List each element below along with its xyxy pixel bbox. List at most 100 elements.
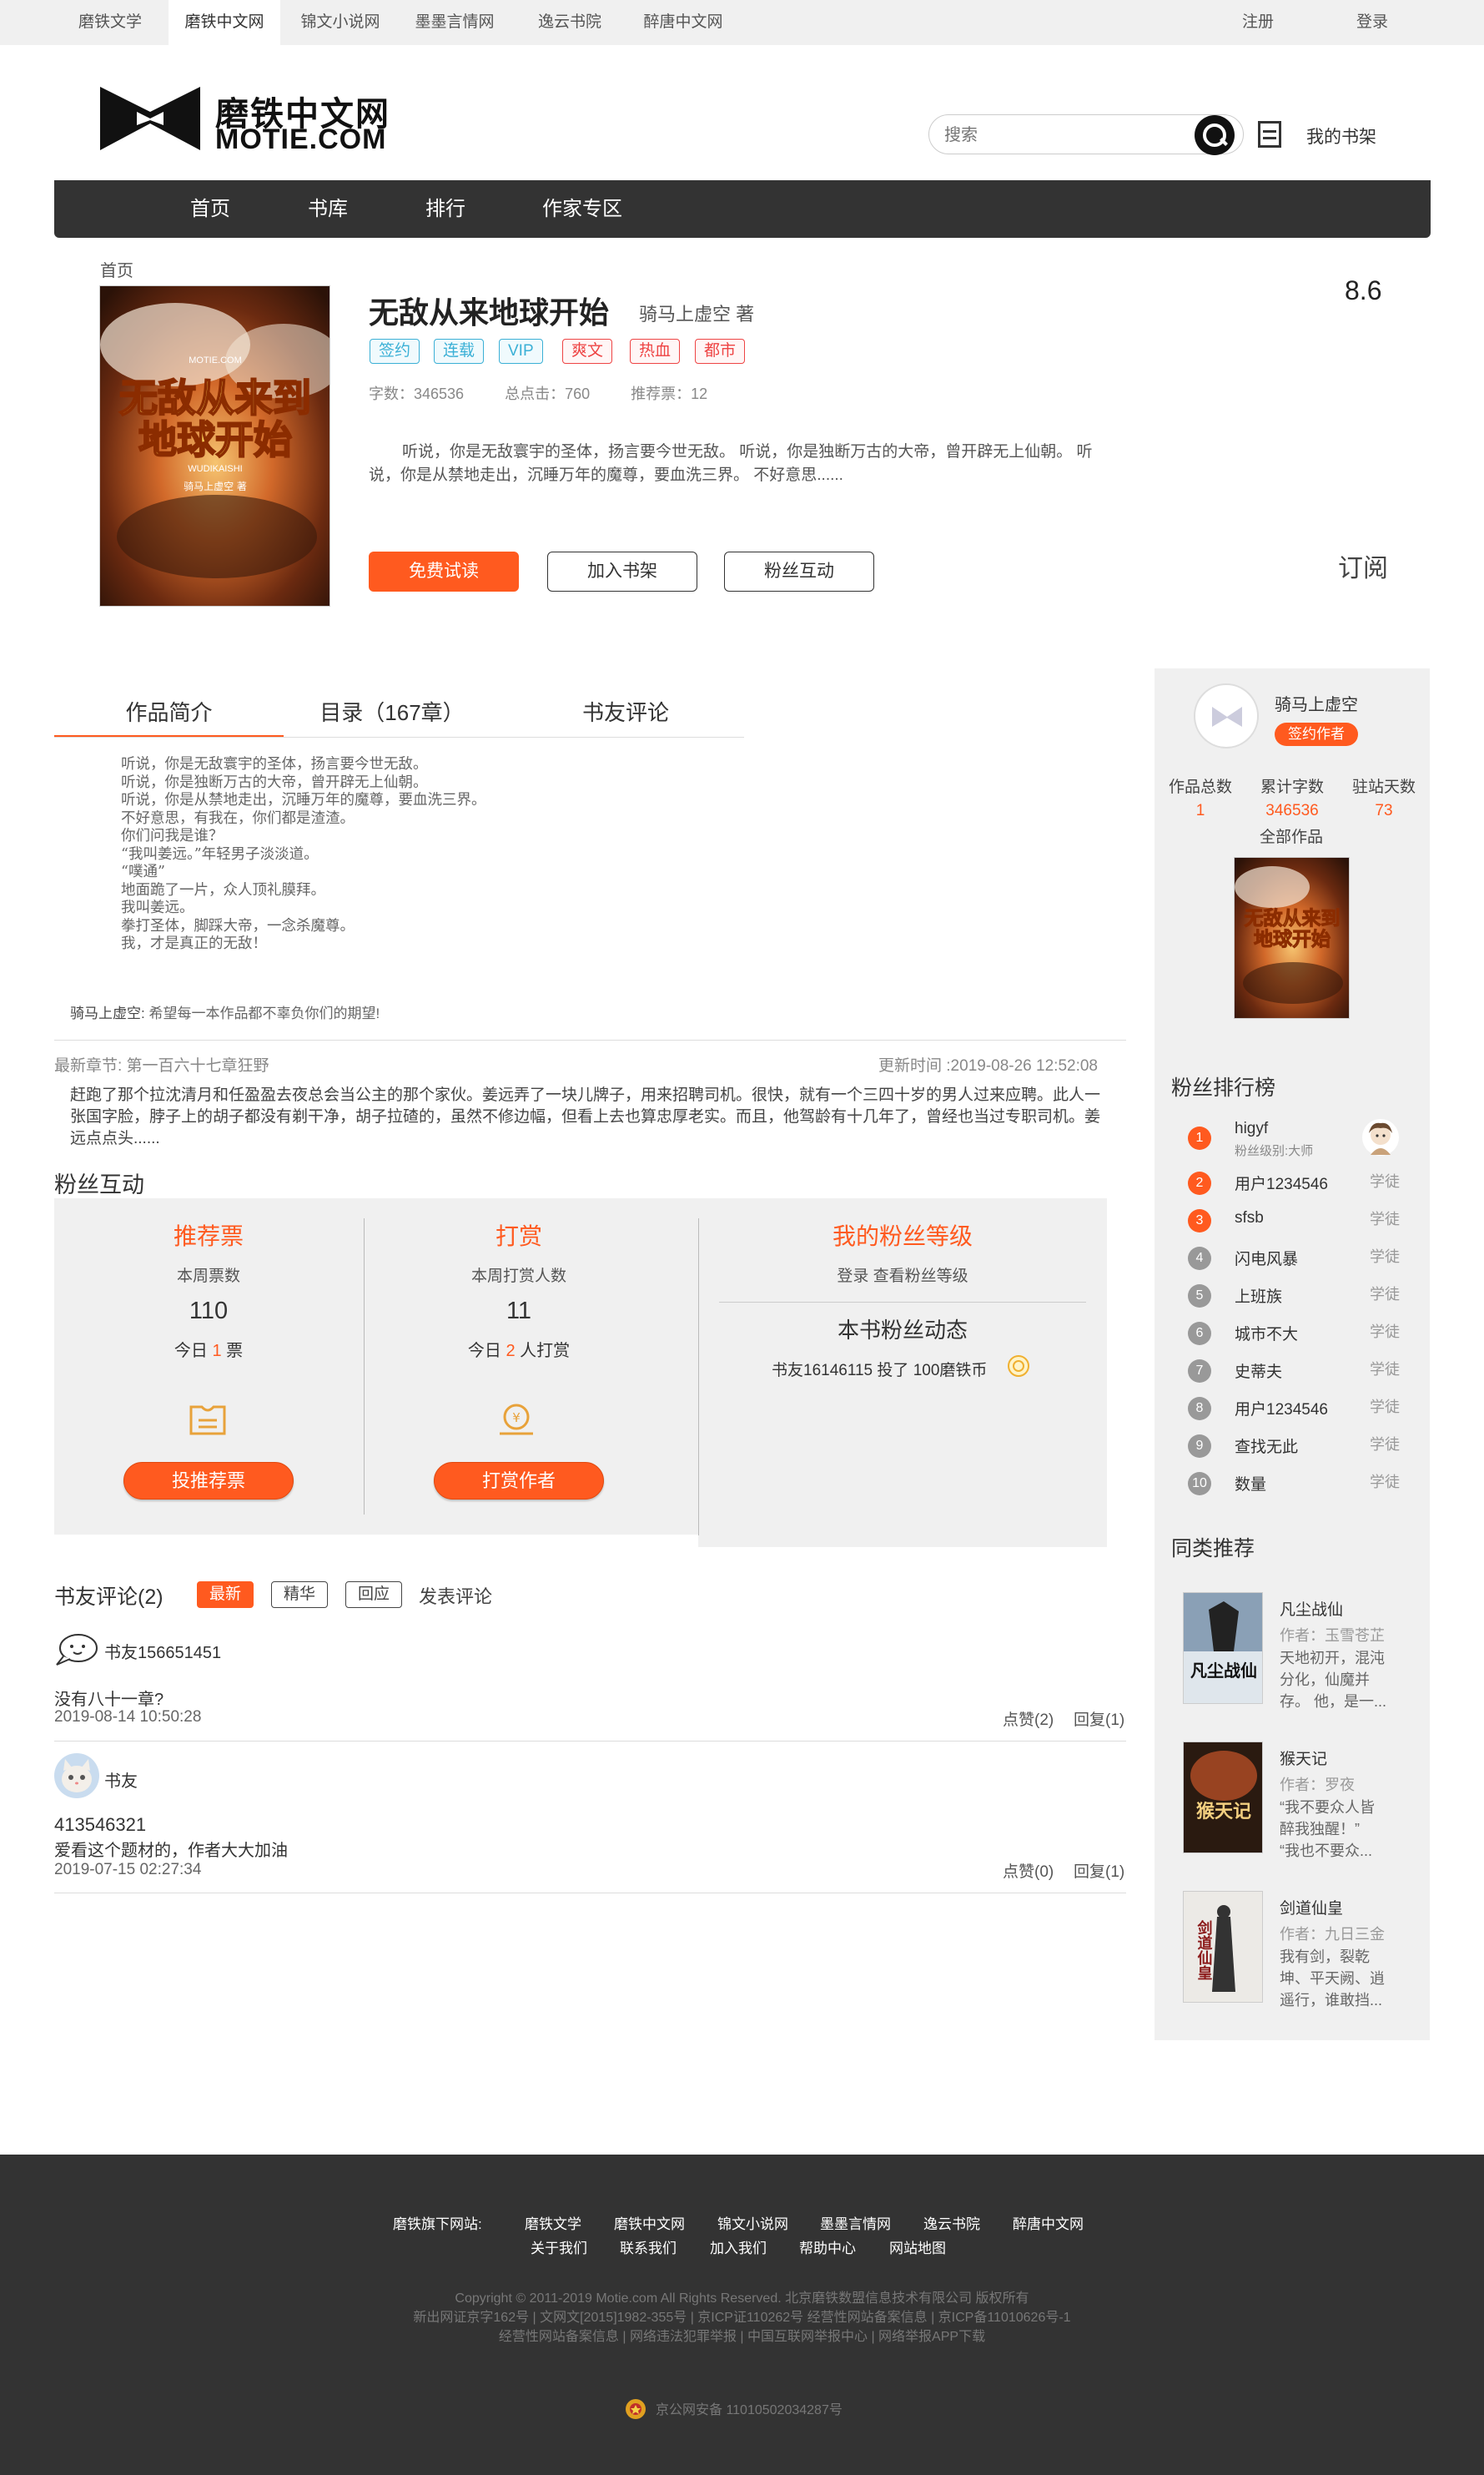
fan-level-login-link[interactable]: 登录 bbox=[837, 1268, 868, 1285]
topbar-site-link[interactable]: 磨铁文学 bbox=[54, 0, 166, 45]
fan-rank-row[interactable]: 5 上班族 学徒 bbox=[1188, 1279, 1405, 1313]
fan-interaction-button[interactable]: 粉丝互动 bbox=[724, 552, 874, 592]
breadcrumb[interactable]: 首页 bbox=[100, 257, 133, 281]
add-to-shelf-button[interactable]: 加入书架 bbox=[547, 552, 697, 592]
tab-intro[interactable]: 作品简介 bbox=[54, 694, 284, 738]
book-tag[interactable]: 热血 bbox=[630, 339, 681, 364]
search-input[interactable] bbox=[944, 123, 1195, 147]
tab-catalog[interactable]: 目录（167章） bbox=[284, 694, 501, 738]
all-works-link[interactable]: 全部作品 bbox=[1260, 824, 1323, 847]
similar-book[interactable]: 猴天记 猴天记 作者：罗夜 “我不要众人皆 醉我独醒！” “我也不要众... bbox=[1183, 1742, 1425, 1859]
latest-chapter-text: 赶跑了那个拉沈清月和任盈盈去夜总会当公主的那个家伙。姜远弄了一块儿牌子，用来招聘… bbox=[70, 1086, 1101, 1147]
filter-latest[interactable]: 最新 bbox=[197, 1581, 254, 1608]
similar-book-title[interactable]: 猴天记 bbox=[1280, 1747, 1327, 1769]
topbar-site-link[interactable]: 锦文小说网 bbox=[284, 0, 396, 45]
fan-feed-user[interactable]: 书友16146115 bbox=[772, 1362, 873, 1379]
similar-book-cover[interactable]: 剑道仙皇 bbox=[1183, 1891, 1263, 2003]
topbar-site-link[interactable]: 墨墨言情网 bbox=[399, 0, 511, 45]
fan-rank-row[interactable]: 7 史蒂夫 学徒 bbox=[1188, 1354, 1405, 1388]
similar-book-cover[interactable]: 凡尘战仙 bbox=[1183, 1592, 1263, 1704]
book-tag[interactable]: 签约 bbox=[370, 339, 420, 364]
author-stat-value: 73 bbox=[1375, 802, 1393, 819]
nav-ranking[interactable]: 排行 bbox=[425, 180, 465, 238]
fan-rank-row[interactable]: 1 higyf 粉丝级别:大师 bbox=[1188, 1119, 1405, 1158]
footer-contact-link[interactable]: 联系我们 bbox=[620, 2236, 677, 2257]
police-record-link[interactable]: 京公网安备 11010502034287号 bbox=[656, 2401, 843, 2421]
subscribe-link[interactable]: 订阅 bbox=[1338, 547, 1388, 584]
user-avatar[interactable] bbox=[53, 1631, 100, 1668]
fan-rank-row[interactable]: 10 数量 学徒 bbox=[1188, 1467, 1405, 1500]
footer-site-link[interactable]: 磨铁文学 bbox=[525, 2212, 581, 2233]
fan-rank-row[interactable]: 8 用户1234546 学徒 bbox=[1188, 1392, 1405, 1425]
latest-chapter-link[interactable]: 最新章节: 第一百六十七章狂野 bbox=[54, 1053, 269, 1076]
similar-book-title[interactable]: 凡尘战仙 bbox=[1280, 1597, 1343, 1620]
author-stat: 作品总数 1 bbox=[1155, 774, 1246, 820]
free-trial-button[interactable]: 免费试读 bbox=[369, 552, 519, 592]
similar-book-title[interactable]: 剑道仙皇 bbox=[1280, 1896, 1343, 1918]
cover-title-line2: 地球开始 bbox=[138, 417, 292, 462]
reviews-title: 书友评论(2) bbox=[54, 1585, 163, 1609]
tab-comments[interactable]: 书友评论 bbox=[534, 694, 717, 738]
book-tag[interactable]: VIP bbox=[499, 339, 543, 364]
similar-book[interactable]: 凡尘战仙 凡尘战仙 作者：玉雪苍芷 天地初开，混沌 分化，仙魔并 存。 他，是一..… bbox=[1183, 1592, 1425, 1710]
nav-library[interactable]: 书库 bbox=[308, 180, 348, 238]
rank-fan-level: 学徒 bbox=[1370, 1399, 1400, 1415]
user-avatar[interactable] bbox=[53, 1752, 100, 1799]
fan-rank-row[interactable]: 3 sfsb 学徒 bbox=[1188, 1204, 1405, 1238]
cover-title-line1: 无敌从来到 bbox=[119, 376, 311, 421]
divider bbox=[719, 1302, 1086, 1303]
author-work-cover[interactable]: 无敌从来到 地球开始 bbox=[1234, 857, 1350, 1019]
review-user[interactable]: 书友156651451 bbox=[104, 1639, 221, 1663]
post-review-link[interactable]: 发表评论 bbox=[419, 1582, 492, 1609]
review-user[interactable]: 书友 bbox=[104, 1767, 138, 1792]
register-link[interactable]: 注册 bbox=[1242, 0, 1274, 45]
footer-site-link[interactable]: 墨墨言情网 bbox=[820, 2212, 891, 2233]
footer-site-link[interactable]: 醉唐中文网 bbox=[1013, 2212, 1084, 2233]
book-cover[interactable]: MOTIE.COM 无敌从来到 地球开始 WUDIKAISHI 骑马上虚空 著 bbox=[99, 285, 330, 607]
filter-replies[interactable]: 回应 bbox=[345, 1581, 403, 1608]
rank-fan-level: 学徒 bbox=[1370, 1211, 1400, 1227]
author-avatar[interactable] bbox=[1194, 683, 1259, 749]
fan-rank-row[interactable]: 4 闪电风暴 学徒 bbox=[1188, 1242, 1405, 1275]
topbar-site-link[interactable]: 醉唐中文网 bbox=[627, 0, 739, 45]
footer-about-link[interactable]: 关于我们 bbox=[531, 2236, 587, 2257]
topbar-site-link[interactable]: 逸云书院 bbox=[514, 0, 626, 45]
footer-sitemap-link[interactable]: 网站地图 bbox=[889, 2236, 946, 2257]
filter-featured[interactable]: 精华 bbox=[271, 1581, 329, 1608]
footer-site-link[interactable]: 逸云书院 bbox=[923, 2212, 980, 2233]
fan-rank-row[interactable]: 2 用户1234546 学徒 bbox=[1188, 1167, 1405, 1200]
bookshelf-icon[interactable] bbox=[1258, 121, 1281, 148]
book-tag[interactable]: 都市 bbox=[695, 339, 746, 364]
cast-vote-button[interactable]: 投推荐票 bbox=[123, 1462, 294, 1500]
fan-rank-row[interactable]: 6 城市不大 学徒 bbox=[1188, 1317, 1405, 1350]
nav-author-zone[interactable]: 作家专区 bbox=[542, 180, 622, 238]
login-link[interactable]: 登录 bbox=[1356, 0, 1388, 45]
reward-author-button[interactable]: 打赏作者 bbox=[434, 1462, 604, 1500]
my-bookshelf-link[interactable]: 我的书架 bbox=[1306, 123, 1376, 149]
word-count: 字数：346536 bbox=[369, 386, 465, 402]
like-button[interactable]: 点赞(0) bbox=[1003, 1859, 1054, 1882]
topbar-site-link-active[interactable]: 磨铁中文网 bbox=[169, 0, 280, 45]
book-author[interactable]: 骑马上虚空 著 bbox=[639, 300, 754, 326]
motie-logo-icon[interactable] bbox=[100, 87, 200, 150]
book-tag[interactable]: 连载 bbox=[434, 339, 485, 364]
similar-book-cover[interactable]: 猴天记 bbox=[1183, 1742, 1263, 1853]
footer-join-link[interactable]: 加入我们 bbox=[710, 2236, 767, 2257]
excerpt-line: 听说，你是独断万古的大帝，曾开辟无上仙朝。 bbox=[121, 774, 428, 791]
fan-rank-row[interactable]: 9 查找无此 学徒 bbox=[1188, 1429, 1405, 1463]
reply-button[interactable]: 回复(1) bbox=[1074, 1707, 1124, 1730]
sidebar-author-name[interactable]: 骑马上虚空 bbox=[1275, 691, 1358, 715]
like-button[interactable]: 点赞(2) bbox=[1003, 1707, 1054, 1730]
search-icon[interactable] bbox=[1195, 115, 1235, 155]
footer-site-link[interactable]: 锦文小说网 bbox=[717, 2212, 788, 2233]
footer-site-link[interactable]: 磨铁中文网 bbox=[614, 2212, 685, 2233]
similar-book[interactable]: 剑道仙皇 剑道仙皇 作者：九日三金 我有剑，裂乾 坤、平天阙、逍 遥行，谁敢挡... bbox=[1183, 1891, 1425, 2009]
logo-subtitle[interactable]: MOTIE.COM bbox=[215, 123, 386, 156]
excerpt-line: 我叫姜远。 bbox=[121, 900, 194, 916]
fan-avatar bbox=[1362, 1119, 1399, 1156]
reply-button[interactable]: 回复(1) bbox=[1074, 1859, 1124, 1882]
author-message-text: 希望每一本作品都不辜负你们的期望! bbox=[144, 1006, 380, 1021]
nav-home[interactable]: 首页 bbox=[190, 180, 230, 238]
book-tag[interactable]: 爽文 bbox=[562, 339, 613, 364]
footer-help-link[interactable]: 帮助中心 bbox=[799, 2236, 856, 2257]
